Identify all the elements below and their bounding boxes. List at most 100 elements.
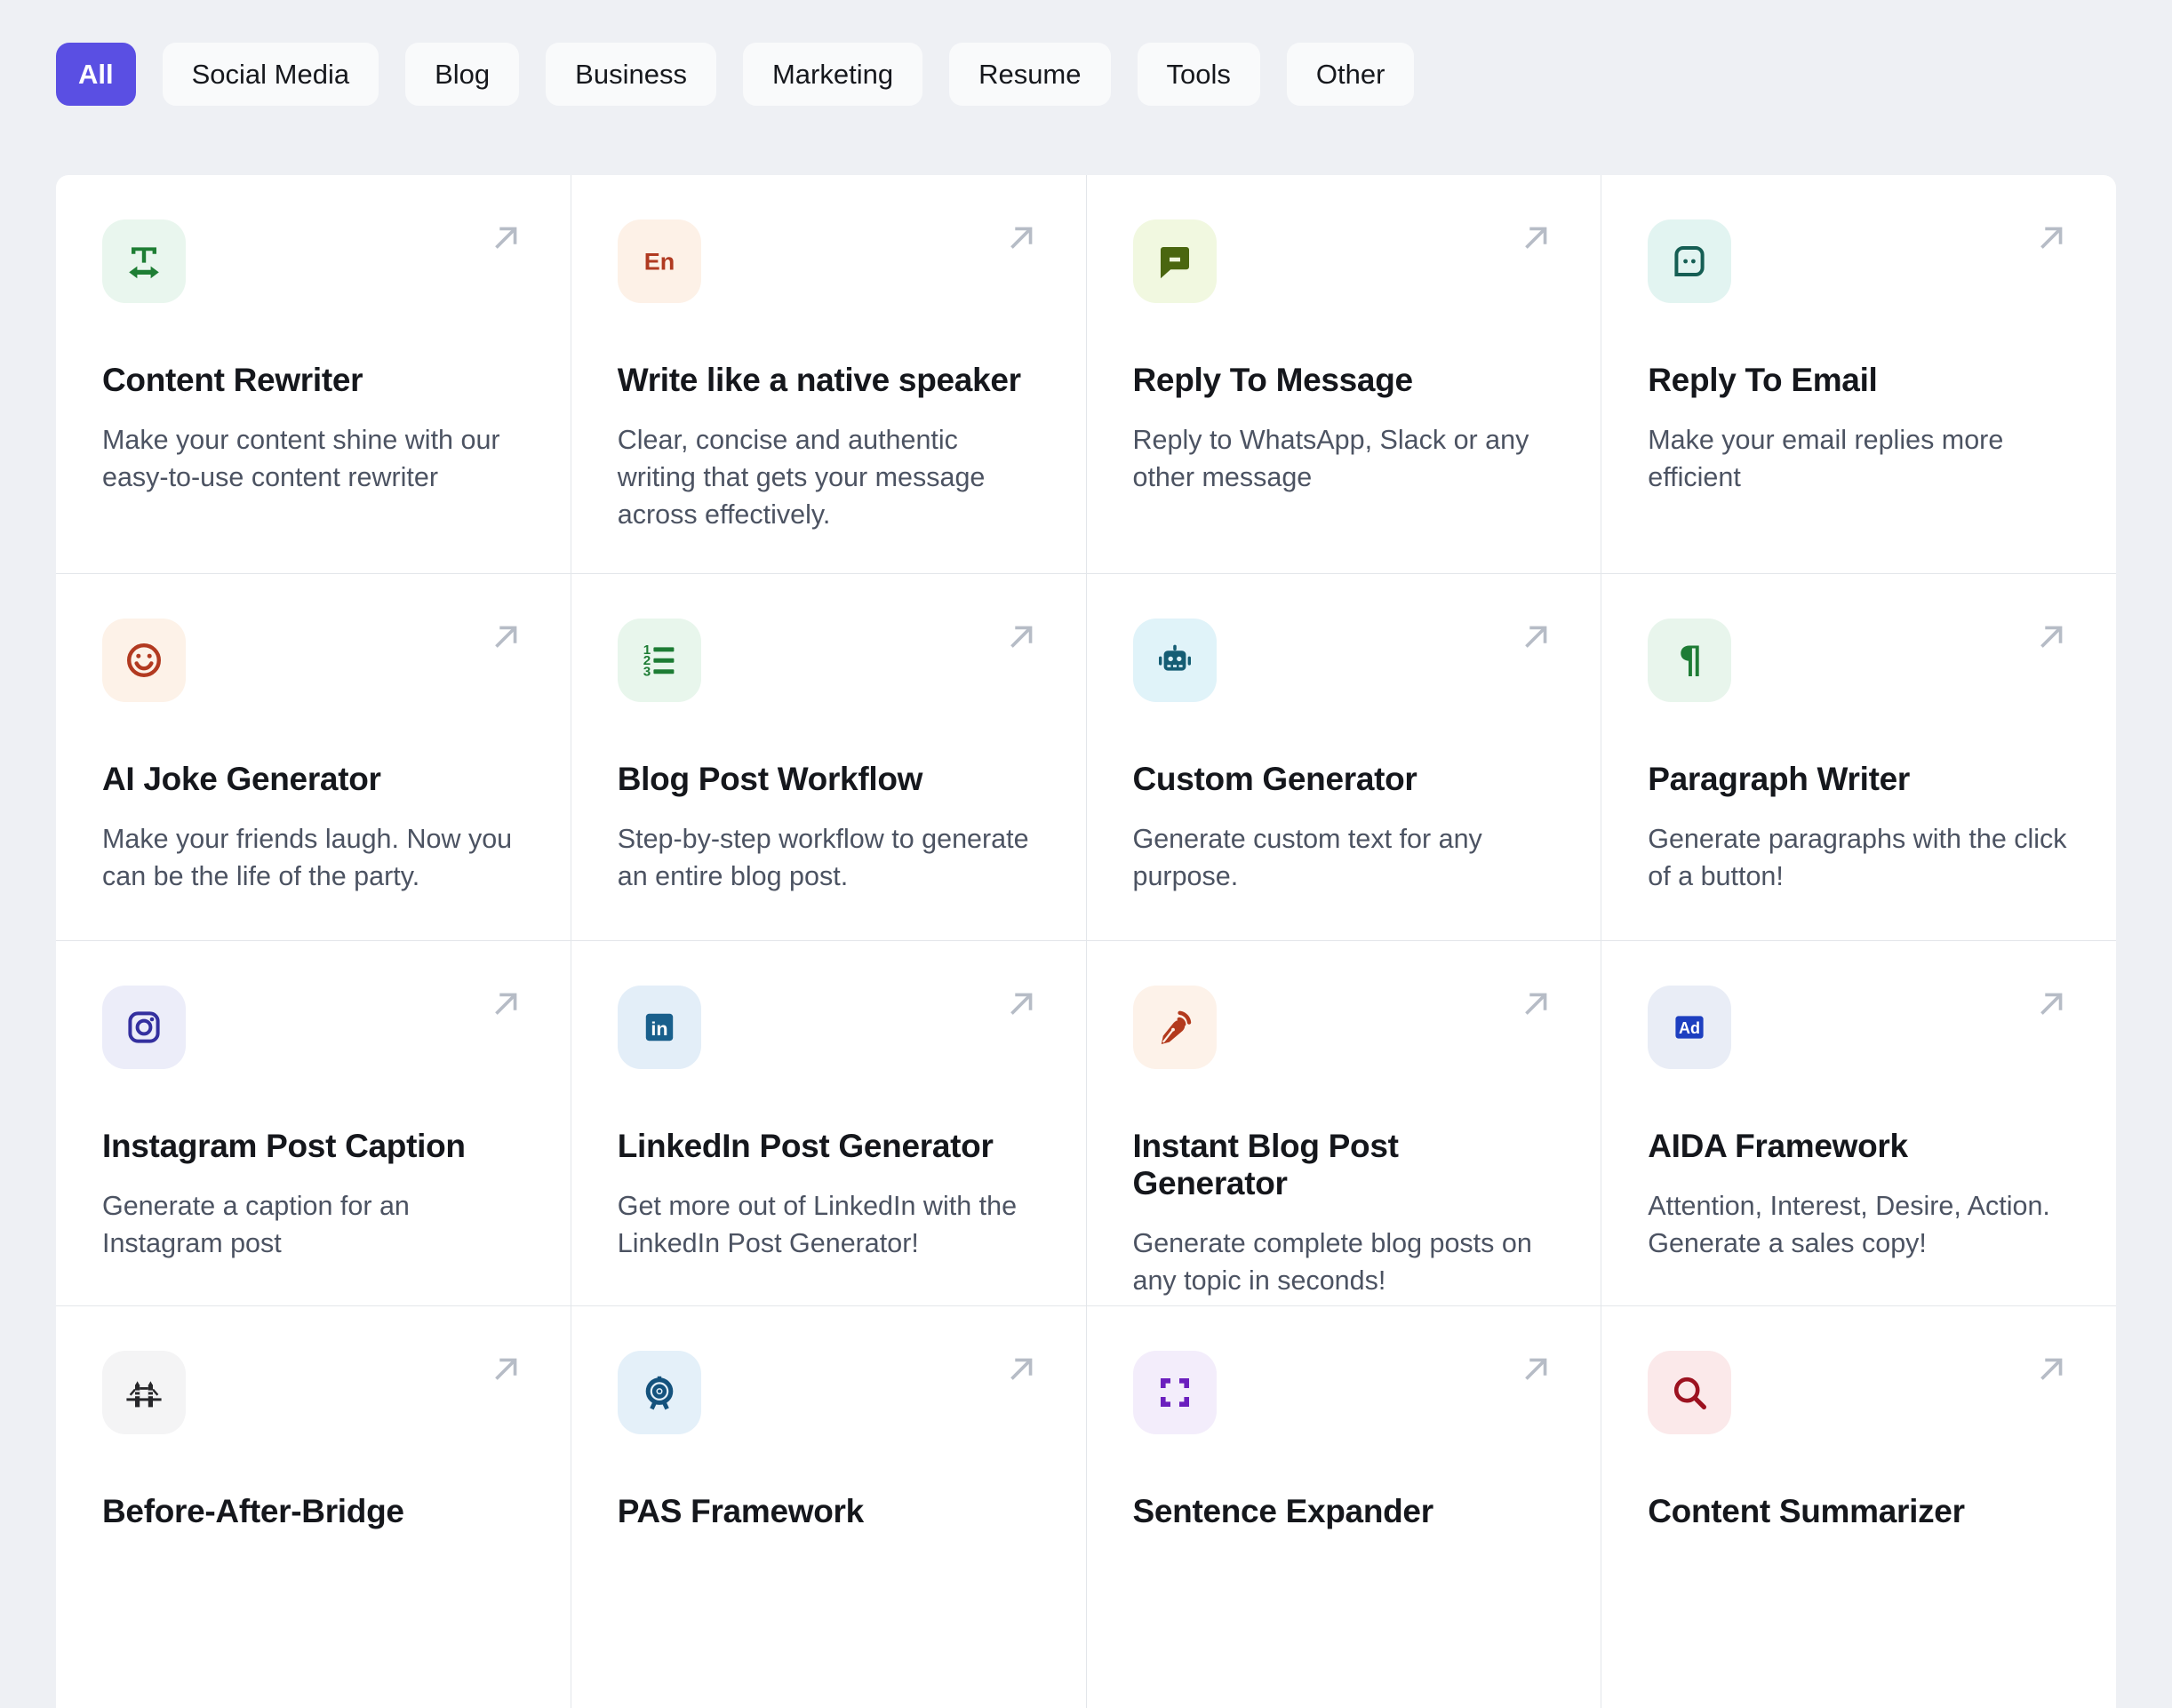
- tool-description: Generate custom text for any purpose.: [1132, 824, 1482, 891]
- tab-tools[interactable]: Tools: [1137, 43, 1260, 106]
- svg-text:En: En: [643, 249, 675, 275]
- tool-description: Generate paragraphs with the click of a …: [1648, 824, 2067, 891]
- tool-title: Custom Generator: [1132, 761, 1417, 797]
- tab-marketing[interactable]: Marketing: [742, 43, 923, 106]
- tool-icon-tile: [102, 986, 186, 1069]
- tool-card-content-rewriter[interactable]: Content Rewriter Make your content shine…: [56, 175, 571, 573]
- tool-icon-tile: [1132, 986, 1217, 1069]
- tool-description: Make your content shine with our easy-to…: [102, 425, 500, 492]
- ad-badge-icon: Ad: [1668, 1006, 1711, 1049]
- magnifier-icon: [1668, 1371, 1711, 1414]
- tool-card-linkedin-post-generator[interactable]: in LinkedIn Post Generator Get more out …: [571, 941, 1086, 1305]
- svg-text:Ad: Ad: [1679, 1019, 1700, 1037]
- tool-title: Reply To Email: [1648, 362, 1878, 398]
- arrow-up-right-icon[interactable]: [1515, 984, 1556, 1025]
- tool-description: Reply to WhatsApp, Slack or any other me…: [1132, 425, 1529, 492]
- arrow-up-right-icon[interactable]: [485, 617, 526, 658]
- arrow-up-right-icon[interactable]: [1001, 617, 1042, 658]
- smiley-face-icon: [123, 639, 165, 682]
- tool-icon-tile: [1132, 219, 1217, 303]
- tool-description: Get more out of LinkedIn with the Linked…: [617, 1191, 1018, 1258]
- arrow-up-right-icon[interactable]: [485, 1349, 526, 1390]
- tool-card-instagram-post-caption[interactable]: Instagram Post Caption Generate a captio…: [56, 941, 571, 1305]
- tool-title: AI Joke Generator: [102, 761, 381, 797]
- arrow-up-right-icon[interactable]: [1515, 1349, 1556, 1390]
- bridge-icon: [123, 1371, 165, 1414]
- tool-icon-tile: 123: [617, 619, 701, 702]
- en-language-icon: En: [638, 240, 681, 283]
- tool-title: Write like a native speaker: [617, 362, 1021, 398]
- tool-description: Clear, concise and authentic writing tha…: [617, 425, 986, 530]
- arrow-up-right-icon[interactable]: [485, 218, 526, 259]
- tool-card-paragraph-writer[interactable]: ¶ Paragraph Writer Generate paragraphs w…: [1601, 574, 2116, 940]
- tool-description: Generate a caption for an Instagram post: [102, 1191, 410, 1258]
- tool-title: Blog Post Workflow: [617, 761, 923, 797]
- tool-title: AIDA Framework: [1648, 1128, 1908, 1164]
- tool-description: Attention, Interest, Desire, Action. Gen…: [1648, 1191, 2050, 1258]
- tool-description: Generate complete blog posts on any topi…: [1132, 1228, 1532, 1296]
- tool-description: Step-by-step workflow to generate an ent…: [617, 824, 1029, 891]
- tool-icon-tile: En: [617, 219, 701, 303]
- tab-all[interactable]: All: [56, 43, 136, 106]
- arrow-up-right-icon[interactable]: [1001, 1349, 1042, 1390]
- tools-grid: Content Rewriter Make your content shine…: [56, 175, 2116, 1708]
- arrow-up-right-icon[interactable]: [1515, 617, 1556, 658]
- tool-description: Make your email replies more efficient: [1648, 425, 2004, 492]
- tool-title: Paragraph Writer: [1648, 761, 1910, 797]
- tool-card-blog-post-workflow[interactable]: 123 Blog Post Workflow Step-by-step work…: [571, 574, 1086, 940]
- tool-icon-tile: [102, 1351, 186, 1434]
- tool-card-content-summarizer[interactable]: Content Summarizer: [1601, 1306, 2116, 1708]
- linkedin-icon: in: [638, 1006, 681, 1049]
- text-width-icon: [123, 240, 165, 283]
- tool-title: Sentence Expander: [1132, 1493, 1434, 1529]
- tool-icon-tile: [1132, 1351, 1217, 1434]
- tab-blog[interactable]: Blog: [405, 43, 520, 106]
- svg-text:3: 3: [643, 665, 651, 680]
- numbered-list-icon: 123: [638, 639, 681, 682]
- arrow-up-right-icon[interactable]: [1001, 218, 1042, 259]
- tool-icon-tile: [1132, 619, 1217, 702]
- tab-business[interactable]: Business: [546, 43, 716, 106]
- instagram-icon: [123, 1006, 165, 1049]
- tool-icon-tile: [1648, 1351, 1732, 1434]
- tool-icon-tile: [102, 219, 186, 303]
- tool-card-aida-framework[interactable]: Ad AIDA Framework Attention, Interest, D…: [1601, 941, 2116, 1305]
- arrow-up-right-icon[interactable]: [1515, 218, 1556, 259]
- pen-nib-rss-icon: [1154, 1006, 1196, 1049]
- tool-title: Reply To Message: [1132, 362, 1414, 398]
- tool-title: Content Summarizer: [1648, 1493, 1965, 1529]
- chat-bubble-minus-icon: [1154, 240, 1196, 283]
- tab-resume[interactable]: Resume: [949, 43, 1111, 106]
- tool-card-sentence-expander[interactable]: Sentence Expander: [1086, 1306, 1601, 1708]
- arrow-up-right-icon[interactable]: [2031, 984, 2072, 1025]
- chat-bubble-dots-icon: [1668, 240, 1711, 283]
- expand-icon: [1154, 1371, 1196, 1414]
- tool-card-ai-joke-generator[interactable]: AI Joke Generator Make your friends laug…: [56, 574, 571, 940]
- tool-card-before-after-bridge[interactable]: Before-After-Bridge: [56, 1306, 571, 1708]
- arrow-up-right-icon[interactable]: [2031, 1349, 2072, 1390]
- arrow-up-right-icon[interactable]: [1001, 984, 1042, 1025]
- arrow-up-right-icon[interactable]: [2031, 218, 2072, 259]
- tool-icon-tile: [102, 619, 186, 702]
- tool-card-reply-to-email[interactable]: Reply To Email Make your email replies m…: [1601, 175, 2116, 573]
- pilcrow-icon: ¶: [1668, 639, 1711, 682]
- tool-card-instant-blog-post-generator[interactable]: Instant Blog Post Generator Generate com…: [1086, 941, 1601, 1305]
- arrow-up-right-icon[interactable]: [2031, 617, 2072, 658]
- tool-title: Content Rewriter: [102, 362, 363, 398]
- tool-card-reply-to-message[interactable]: Reply To Message Reply to WhatsApp, Slac…: [1086, 175, 1601, 573]
- tool-title: Instant Blog Post Generator: [1132, 1128, 1399, 1201]
- tool-icon-tile: [1648, 219, 1732, 303]
- tab-social-media[interactable]: Social Media: [162, 43, 379, 106]
- tool-icon-tile: Ad: [1648, 986, 1732, 1069]
- tool-card-write-like-a-native-speaker[interactable]: En Write like a native speaker Clear, co…: [571, 175, 1086, 573]
- tool-description: Make your friends laugh. Now you can be …: [102, 824, 513, 891]
- tool-icon-tile: ¶: [1648, 619, 1732, 702]
- tool-card-pas-framework[interactable]: PAS Framework: [571, 1306, 1086, 1708]
- arrow-up-right-icon[interactable]: [485, 984, 526, 1025]
- tab-other[interactable]: Other: [1286, 43, 1415, 106]
- tool-card-custom-generator[interactable]: Custom Generator Generate custom text fo…: [1086, 574, 1601, 940]
- target-stand-icon: [638, 1371, 681, 1414]
- tool-icon-tile: in: [617, 986, 701, 1069]
- robot-icon: [1154, 639, 1196, 682]
- svg-text:in: in: [651, 1018, 667, 1040]
